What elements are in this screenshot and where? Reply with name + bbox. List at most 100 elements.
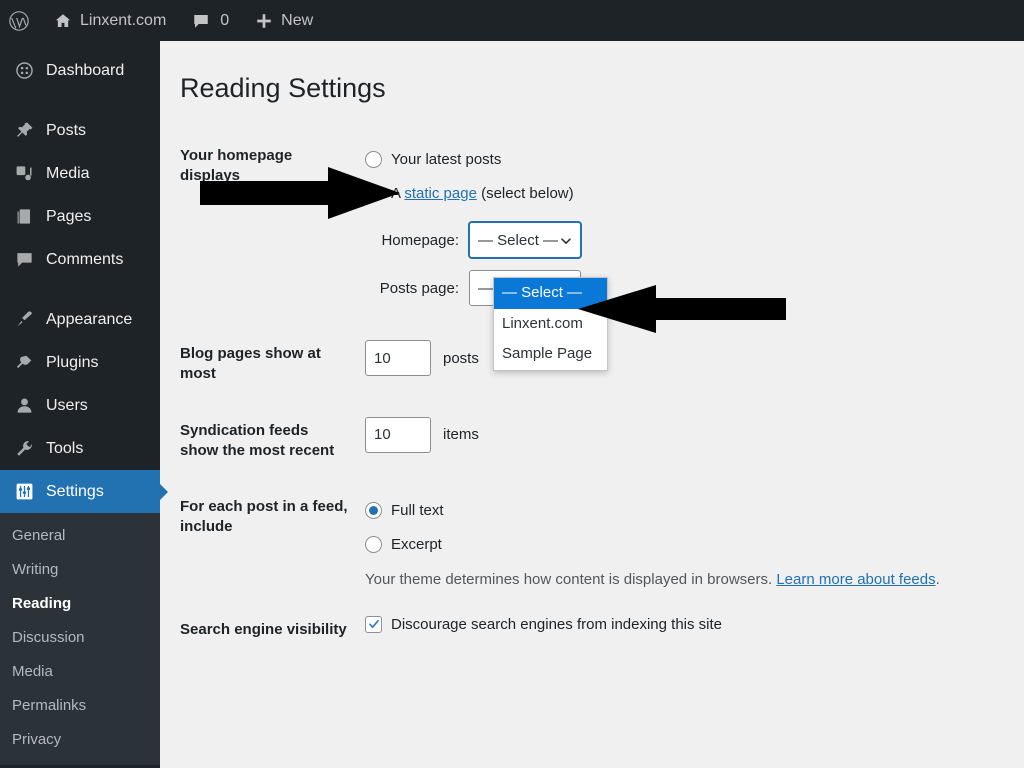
plus-icon bbox=[255, 12, 273, 30]
plug-icon bbox=[12, 353, 36, 372]
radio-option-static-page[interactable]: A static page (select below) bbox=[365, 176, 994, 210]
radio-latest-posts[interactable] bbox=[365, 150, 382, 168]
feed-include-label: For each post in a feed, include bbox=[180, 498, 348, 536]
sidebar-item-comments[interactable]: Comments bbox=[0, 238, 160, 281]
user-icon bbox=[12, 396, 36, 415]
submenu-item-privacy[interactable]: Privacy bbox=[0, 723, 160, 757]
settings-submenu: General Writing Reading Discussion Media… bbox=[0, 513, 160, 765]
static-page-link[interactable]: static page bbox=[404, 185, 477, 202]
homepage-displays-label: Your homepage displays bbox=[180, 147, 293, 185]
blog-pages-label: Blog pages show at most bbox=[180, 345, 321, 383]
sidebar-item-dashboard[interactable]: Dashboard bbox=[0, 49, 160, 92]
syndication-input[interactable] bbox=[365, 416, 431, 453]
wrench-icon bbox=[12, 439, 36, 458]
page-title: Reading Settings bbox=[180, 73, 386, 103]
dashboard-icon bbox=[12, 61, 36, 80]
sidebar-item-posts[interactable]: Posts bbox=[0, 109, 160, 152]
form-row-feed-include: For each post in a feed, include Full te… bbox=[160, 479, 1004, 602]
comments-button[interactable]: 0 bbox=[182, 0, 239, 41]
sidebar-item-label: Pages bbox=[46, 207, 92, 225]
sidebar-item-tools[interactable]: Tools bbox=[0, 427, 160, 470]
syndication-unit: items bbox=[443, 426, 479, 444]
sidebar-item-appearance[interactable]: Appearance bbox=[0, 298, 160, 341]
dropdown-option-sample-page[interactable]: Sample Page bbox=[494, 339, 607, 370]
sidebar-item-label: Dashboard bbox=[46, 61, 125, 79]
posts-page-select-label: Posts page: bbox=[379, 279, 459, 297]
dropdown-option-select[interactable]: — Select — bbox=[494, 278, 607, 309]
form-row-syndication: Syndication feeds show the most recent i… bbox=[160, 403, 1004, 480]
comment-icon bbox=[192, 12, 210, 30]
sidebar-item-label: Media bbox=[46, 164, 90, 182]
admin-bar: Linxent.com 0 New bbox=[0, 0, 1024, 41]
wordpress-icon bbox=[8, 10, 30, 32]
site-name-label: Linxent.com bbox=[80, 11, 167, 29]
blog-pages-unit: posts bbox=[443, 349, 479, 367]
radio-option-full-text[interactable]: Full text bbox=[365, 493, 994, 527]
sidebar-item-media[interactable]: Media bbox=[0, 152, 160, 195]
settings-icon bbox=[12, 482, 36, 501]
sidebar-item-label: Tools bbox=[46, 439, 84, 457]
radio-excerpt-label: Excerpt bbox=[391, 535, 442, 553]
blog-pages-field: posts bbox=[365, 340, 994, 377]
radio-static-page-label: A static page (select below) bbox=[391, 186, 574, 201]
homepage-select-label: Homepage: bbox=[381, 231, 459, 249]
discourage-search-engines-row[interactable]: Discourage search engines from indexing … bbox=[365, 616, 994, 634]
pin-icon bbox=[12, 121, 36, 140]
admin-sidebar-menu: Dashboard Posts Media Pages Comments App… bbox=[0, 41, 168, 768]
homepage-select[interactable]: — Select — bbox=[469, 222, 581, 259]
form-row-search-visibility: Search engine visibility Discourage sear… bbox=[160, 602, 1004, 658]
learn-more-feeds-link[interactable]: Learn more about feeds bbox=[776, 571, 935, 588]
syndication-field: items bbox=[365, 416, 994, 453]
radio-latest-posts-label: Your latest posts bbox=[391, 150, 502, 168]
new-content-label: New bbox=[281, 11, 314, 29]
static-prefix-text: A bbox=[391, 184, 405, 202]
sidebar-item-users[interactable]: Users bbox=[0, 384, 160, 427]
discourage-search-engines-checkbox[interactable] bbox=[365, 616, 382, 634]
wordpress-logo-button[interactable] bbox=[0, 0, 44, 41]
radio-full-text-label: Full text bbox=[391, 501, 444, 519]
wordpress-admin-screen: Linxent.com 0 New Dashboard Posts Media … bbox=[0, 0, 1024, 768]
radio-excerpt[interactable] bbox=[365, 535, 382, 553]
site-name-button[interactable]: Linxent.com bbox=[44, 0, 176, 41]
blog-pages-controls: posts bbox=[360, 326, 1004, 403]
homepage-select-row: Homepage: — Select — bbox=[375, 216, 994, 264]
static-suffix-text: (select below) bbox=[476, 184, 574, 202]
radio-option-latest-posts[interactable]: Your latest posts bbox=[365, 142, 994, 176]
submenu-item-writing[interactable]: Writing bbox=[0, 553, 160, 587]
sidebar-item-label: Comments bbox=[46, 250, 124, 268]
posts-page-select-row: Posts page: — Select — bbox=[375, 264, 994, 312]
homepage-displays-controls: Your latest posts A static page (select … bbox=[360, 128, 1004, 326]
new-content-button[interactable]: New bbox=[245, 0, 323, 41]
radio-full-text[interactable] bbox=[365, 501, 382, 519]
comments-count: 0 bbox=[220, 11, 230, 29]
sidebar-item-pages[interactable]: Pages bbox=[0, 195, 160, 238]
sidebar-item-label: Appearance bbox=[46, 310, 133, 328]
radio-static-page[interactable] bbox=[365, 184, 382, 202]
homepage-select-value: — Select — bbox=[478, 231, 559, 249]
sidebar-item-settings[interactable]: Settings bbox=[0, 470, 168, 513]
comment-icon bbox=[12, 250, 36, 269]
sidebar-item-label: Settings bbox=[46, 482, 104, 500]
feed-include-description: Your theme determines how content is dis… bbox=[365, 571, 994, 588]
sidebar-divider-2 bbox=[0, 281, 160, 298]
submenu-item-reading[interactable]: Reading bbox=[0, 587, 160, 621]
discourage-search-engines-label: Discourage search engines from indexing … bbox=[391, 616, 723, 634]
sidebar-divider-1 bbox=[0, 92, 160, 109]
feed-description-text: Your theme determines how content is dis… bbox=[365, 571, 777, 589]
submenu-item-discussion[interactable]: Discussion bbox=[0, 621, 160, 655]
page-icon bbox=[12, 207, 36, 226]
sidebar-item-label: Posts bbox=[46, 121, 87, 139]
dropdown-option-linxent[interactable]: Linxent.com bbox=[494, 309, 607, 340]
syndication-label: Syndication feeds show the most recent bbox=[180, 421, 335, 459]
brush-icon bbox=[12, 310, 36, 329]
submenu-item-media[interactable]: Media bbox=[0, 655, 160, 689]
homepage-select-dropdown[interactable]: — Select — Linxent.com Sample Page bbox=[493, 277, 608, 371]
search-visibility-label: Search engine visibility bbox=[180, 621, 347, 639]
search-visibility-controls: Discourage search engines from indexing … bbox=[360, 602, 1004, 658]
home-icon bbox=[54, 12, 72, 30]
submenu-item-general[interactable]: General bbox=[0, 519, 160, 553]
sidebar-item-plugins[interactable]: Plugins bbox=[0, 341, 160, 384]
blog-pages-input[interactable] bbox=[365, 340, 431, 377]
submenu-item-permalinks[interactable]: Permalinks bbox=[0, 689, 160, 723]
radio-option-excerpt[interactable]: Excerpt bbox=[365, 527, 994, 561]
